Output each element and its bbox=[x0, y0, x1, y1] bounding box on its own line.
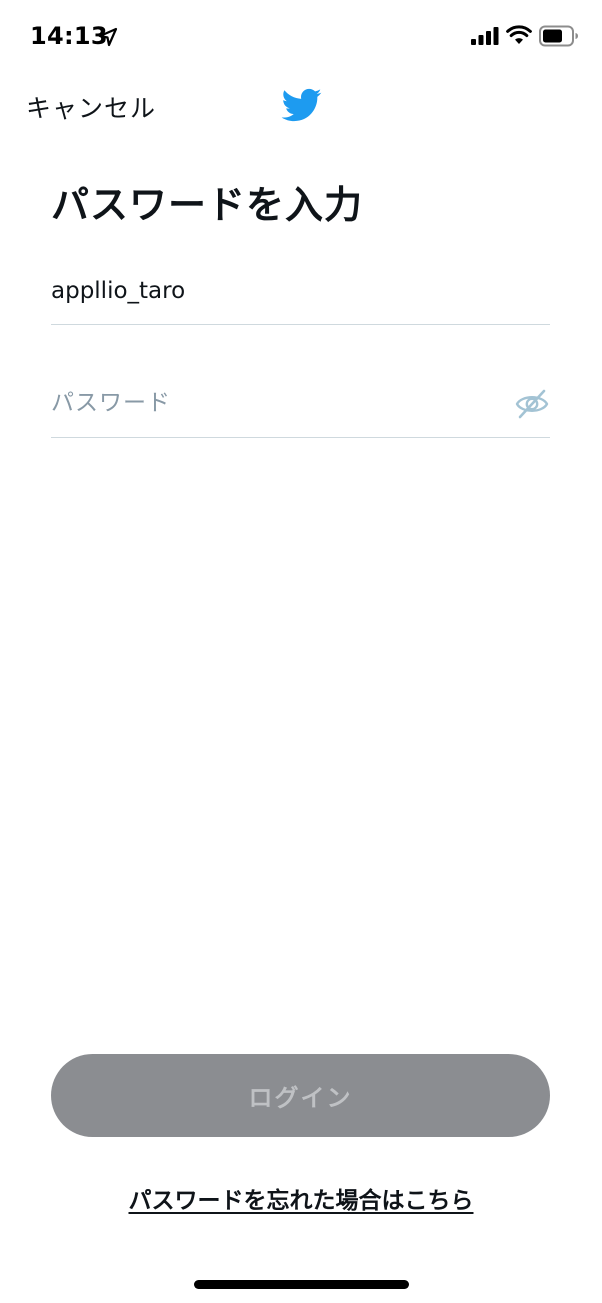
login-password-screen: 14:13 キャンセル パスワードを入力 ログイン bbox=[0, 0, 602, 1303]
twitter-bird-icon bbox=[281, 88, 322, 122]
page-title: パスワードを入力 bbox=[51, 183, 364, 227]
username-field bbox=[51, 262, 550, 325]
location-arrow-icon bbox=[98, 27, 118, 47]
home-indicator[interactable] bbox=[194, 1280, 409, 1289]
password-field bbox=[51, 374, 550, 438]
cancel-button[interactable]: キャンセル bbox=[26, 89, 156, 125]
status-time: 14:13 bbox=[30, 22, 108, 50]
wifi-icon bbox=[506, 25, 532, 44]
login-button[interactable]: ログイン bbox=[51, 1054, 550, 1137]
eye-off-icon[interactable] bbox=[514, 386, 550, 422]
forgot-password-link[interactable]: パスワードを忘れた場合はこちら bbox=[0, 1181, 602, 1215]
username-input[interactable] bbox=[51, 262, 491, 320]
password-input[interactable] bbox=[51, 374, 491, 432]
battery-icon bbox=[539, 25, 578, 47]
signal-icon bbox=[471, 27, 499, 45]
